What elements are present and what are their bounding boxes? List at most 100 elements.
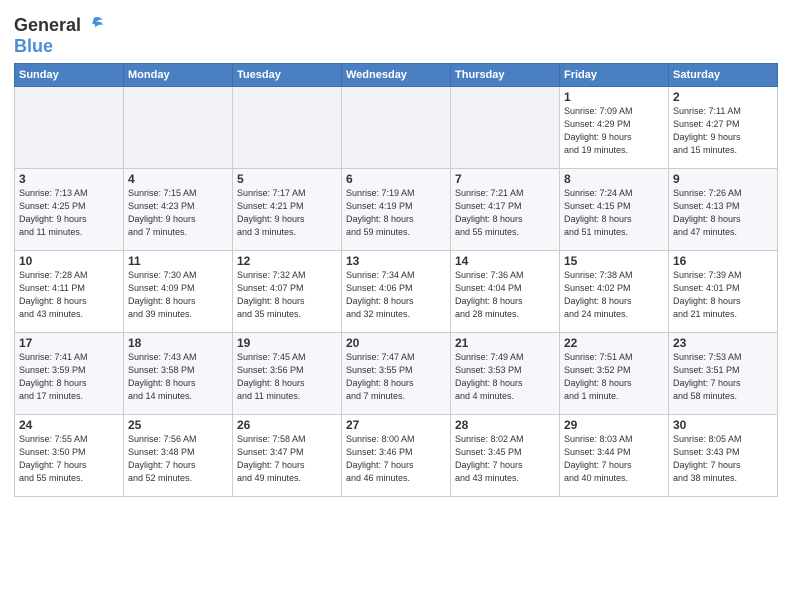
calendar-cell: 3Sunrise: 7:13 AM Sunset: 4:25 PM Daylig… <box>15 169 124 251</box>
calendar-cell: 18Sunrise: 7:43 AM Sunset: 3:58 PM Dayli… <box>124 333 233 415</box>
day-info: Sunrise: 7:09 AM Sunset: 4:29 PM Dayligh… <box>564 105 664 157</box>
day-info: Sunrise: 7:21 AM Sunset: 4:17 PM Dayligh… <box>455 187 555 239</box>
calendar-cell <box>15 87 124 169</box>
day-number: 2 <box>673 90 773 104</box>
calendar-cell: 5Sunrise: 7:17 AM Sunset: 4:21 PM Daylig… <box>233 169 342 251</box>
day-number: 5 <box>237 172 337 186</box>
day-info: Sunrise: 7:13 AM Sunset: 4:25 PM Dayligh… <box>19 187 119 239</box>
calendar-cell <box>451 87 560 169</box>
day-number: 11 <box>128 254 228 268</box>
day-number: 23 <box>673 336 773 350</box>
logo-general-text: General <box>14 15 81 36</box>
calendar-cell: 10Sunrise: 7:28 AM Sunset: 4:11 PM Dayli… <box>15 251 124 333</box>
day-number: 1 <box>564 90 664 104</box>
day-info: Sunrise: 7:17 AM Sunset: 4:21 PM Dayligh… <box>237 187 337 239</box>
day-info: Sunrise: 7:43 AM Sunset: 3:58 PM Dayligh… <box>128 351 228 403</box>
weekday-header-row: SundayMondayTuesdayWednesdayThursdayFrid… <box>15 64 778 87</box>
calendar-cell: 23Sunrise: 7:53 AM Sunset: 3:51 PM Dayli… <box>669 333 778 415</box>
day-info: Sunrise: 8:02 AM Sunset: 3:45 PM Dayligh… <box>455 433 555 485</box>
day-info: Sunrise: 7:53 AM Sunset: 3:51 PM Dayligh… <box>673 351 773 403</box>
day-info: Sunrise: 8:00 AM Sunset: 3:46 PM Dayligh… <box>346 433 446 485</box>
week-row-1: 1Sunrise: 7:09 AM Sunset: 4:29 PM Daylig… <box>15 87 778 169</box>
calendar-cell <box>342 87 451 169</box>
calendar-cell: 21Sunrise: 7:49 AM Sunset: 3:53 PM Dayli… <box>451 333 560 415</box>
page: { "header": { "logo_general": "General",… <box>0 0 792 612</box>
calendar-cell: 19Sunrise: 7:45 AM Sunset: 3:56 PM Dayli… <box>233 333 342 415</box>
day-info: Sunrise: 7:11 AM Sunset: 4:27 PM Dayligh… <box>673 105 773 157</box>
day-number: 19 <box>237 336 337 350</box>
calendar-cell: 4Sunrise: 7:15 AM Sunset: 4:23 PM Daylig… <box>124 169 233 251</box>
calendar-cell: 12Sunrise: 7:32 AM Sunset: 4:07 PM Dayli… <box>233 251 342 333</box>
calendar-cell: 2Sunrise: 7:11 AM Sunset: 4:27 PM Daylig… <box>669 87 778 169</box>
week-row-5: 24Sunrise: 7:55 AM Sunset: 3:50 PM Dayli… <box>15 415 778 497</box>
weekday-header-sunday: Sunday <box>15 64 124 87</box>
calendar-cell: 9Sunrise: 7:26 AM Sunset: 4:13 PM Daylig… <box>669 169 778 251</box>
day-number: 17 <box>19 336 119 350</box>
calendar-cell: 29Sunrise: 8:03 AM Sunset: 3:44 PM Dayli… <box>560 415 669 497</box>
weekday-header-monday: Monday <box>124 64 233 87</box>
calendar-cell: 25Sunrise: 7:56 AM Sunset: 3:48 PM Dayli… <box>124 415 233 497</box>
day-number: 21 <box>455 336 555 350</box>
day-number: 20 <box>346 336 446 350</box>
day-number: 8 <box>564 172 664 186</box>
calendar-cell <box>124 87 233 169</box>
day-info: Sunrise: 7:47 AM Sunset: 3:55 PM Dayligh… <box>346 351 446 403</box>
day-number: 14 <box>455 254 555 268</box>
calendar-cell: 24Sunrise: 7:55 AM Sunset: 3:50 PM Dayli… <box>15 415 124 497</box>
calendar-cell: 28Sunrise: 8:02 AM Sunset: 3:45 PM Dayli… <box>451 415 560 497</box>
day-info: Sunrise: 7:19 AM Sunset: 4:19 PM Dayligh… <box>346 187 446 239</box>
calendar-cell: 7Sunrise: 7:21 AM Sunset: 4:17 PM Daylig… <box>451 169 560 251</box>
day-info: Sunrise: 7:28 AM Sunset: 4:11 PM Dayligh… <box>19 269 119 321</box>
week-row-2: 3Sunrise: 7:13 AM Sunset: 4:25 PM Daylig… <box>15 169 778 251</box>
day-number: 6 <box>346 172 446 186</box>
day-number: 28 <box>455 418 555 432</box>
day-number: 13 <box>346 254 446 268</box>
logo-blue-text: Blue <box>14 36 53 57</box>
calendar-cell: 15Sunrise: 7:38 AM Sunset: 4:02 PM Dayli… <box>560 251 669 333</box>
logo: General Blue <box>14 14 105 57</box>
day-number: 3 <box>19 172 119 186</box>
day-info: Sunrise: 7:30 AM Sunset: 4:09 PM Dayligh… <box>128 269 228 321</box>
calendar-cell: 16Sunrise: 7:39 AM Sunset: 4:01 PM Dayli… <box>669 251 778 333</box>
calendar-table: SundayMondayTuesdayWednesdayThursdayFrid… <box>14 63 778 497</box>
day-number: 29 <box>564 418 664 432</box>
day-number: 27 <box>346 418 446 432</box>
day-number: 7 <box>455 172 555 186</box>
day-number: 12 <box>237 254 337 268</box>
day-number: 4 <box>128 172 228 186</box>
day-info: Sunrise: 7:56 AM Sunset: 3:48 PM Dayligh… <box>128 433 228 485</box>
weekday-header-tuesday: Tuesday <box>233 64 342 87</box>
weekday-header-friday: Friday <box>560 64 669 87</box>
day-info: Sunrise: 7:26 AM Sunset: 4:13 PM Dayligh… <box>673 187 773 239</box>
weekday-header-wednesday: Wednesday <box>342 64 451 87</box>
day-number: 25 <box>128 418 228 432</box>
day-info: Sunrise: 7:49 AM Sunset: 3:53 PM Dayligh… <box>455 351 555 403</box>
day-info: Sunrise: 8:05 AM Sunset: 3:43 PM Dayligh… <box>673 433 773 485</box>
calendar-cell: 1Sunrise: 7:09 AM Sunset: 4:29 PM Daylig… <box>560 87 669 169</box>
week-row-4: 17Sunrise: 7:41 AM Sunset: 3:59 PM Dayli… <box>15 333 778 415</box>
day-info: Sunrise: 7:24 AM Sunset: 4:15 PM Dayligh… <box>564 187 664 239</box>
day-info: Sunrise: 7:36 AM Sunset: 4:04 PM Dayligh… <box>455 269 555 321</box>
day-info: Sunrise: 7:39 AM Sunset: 4:01 PM Dayligh… <box>673 269 773 321</box>
day-info: Sunrise: 7:55 AM Sunset: 3:50 PM Dayligh… <box>19 433 119 485</box>
header: General Blue <box>14 10 778 57</box>
calendar-cell: 17Sunrise: 7:41 AM Sunset: 3:59 PM Dayli… <box>15 333 124 415</box>
day-number: 18 <box>128 336 228 350</box>
day-info: Sunrise: 7:45 AM Sunset: 3:56 PM Dayligh… <box>237 351 337 403</box>
calendar-cell: 14Sunrise: 7:36 AM Sunset: 4:04 PM Dayli… <box>451 251 560 333</box>
day-number: 9 <box>673 172 773 186</box>
day-info: Sunrise: 7:34 AM Sunset: 4:06 PM Dayligh… <box>346 269 446 321</box>
weekday-header-thursday: Thursday <box>451 64 560 87</box>
day-info: Sunrise: 7:38 AM Sunset: 4:02 PM Dayligh… <box>564 269 664 321</box>
weekday-header-saturday: Saturday <box>669 64 778 87</box>
day-number: 10 <box>19 254 119 268</box>
day-info: Sunrise: 7:32 AM Sunset: 4:07 PM Dayligh… <box>237 269 337 321</box>
calendar-cell: 8Sunrise: 7:24 AM Sunset: 4:15 PM Daylig… <box>560 169 669 251</box>
day-number: 15 <box>564 254 664 268</box>
calendar-cell <box>233 87 342 169</box>
calendar-cell: 30Sunrise: 8:05 AM Sunset: 3:43 PM Dayli… <box>669 415 778 497</box>
calendar-cell: 13Sunrise: 7:34 AM Sunset: 4:06 PM Dayli… <box>342 251 451 333</box>
day-info: Sunrise: 8:03 AM Sunset: 3:44 PM Dayligh… <box>564 433 664 485</box>
day-info: Sunrise: 7:58 AM Sunset: 3:47 PM Dayligh… <box>237 433 337 485</box>
calendar-cell: 11Sunrise: 7:30 AM Sunset: 4:09 PM Dayli… <box>124 251 233 333</box>
